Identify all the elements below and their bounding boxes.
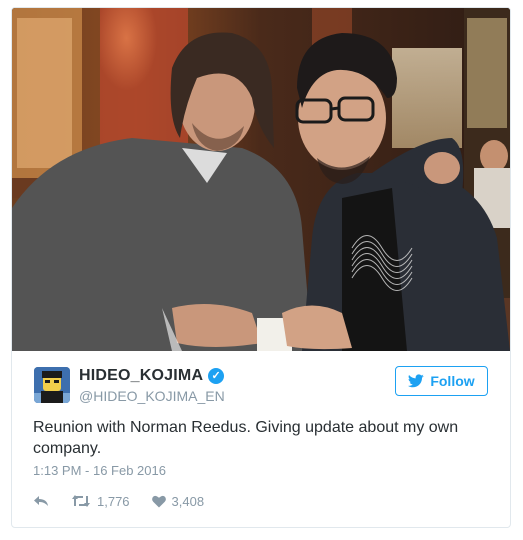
- display-name[interactable]: HIDEO_KOJIMA ✓: [79, 367, 225, 385]
- twitter-bird-icon: [408, 374, 425, 388]
- tweet-card: HIDEO_KOJIMA ✓ @HIDEO_KOJIMA_EN Follow R…: [11, 7, 511, 528]
- avatar-image: [34, 367, 70, 403]
- heart-icon: [151, 495, 166, 507]
- tweet-actions: 1,776 3,408: [33, 491, 226, 511]
- avatar[interactable]: [34, 367, 70, 403]
- retweet-count: 1,776: [97, 493, 130, 509]
- photo-image: [12, 8, 510, 351]
- tweet-text: Reunion with Norman Reedus. Giving updat…: [33, 419, 459, 457]
- user-handle[interactable]: @HIDEO_KOJIMA_EN: [79, 388, 225, 404]
- follow-button[interactable]: Follow: [395, 366, 488, 396]
- like-count: 3,408: [171, 493, 205, 509]
- retweet-icon: [72, 495, 90, 507]
- tweet-timestamp[interactable]: 1:13 PM - 16 Feb 2016: [33, 463, 166, 478]
- verified-badge-icon: ✓: [208, 368, 225, 384]
- like-button[interactable]: 3,408: [151, 493, 205, 509]
- retweet-button[interactable]: 1,776: [71, 494, 130, 509]
- reply-icon: [34, 496, 48, 506]
- display-name-text: HIDEO_KOJIMA: [79, 367, 204, 384]
- reply-button[interactable]: [33, 494, 49, 508]
- follow-label: Follow: [430, 373, 475, 389]
- tweet-photo[interactable]: [12, 8, 510, 351]
